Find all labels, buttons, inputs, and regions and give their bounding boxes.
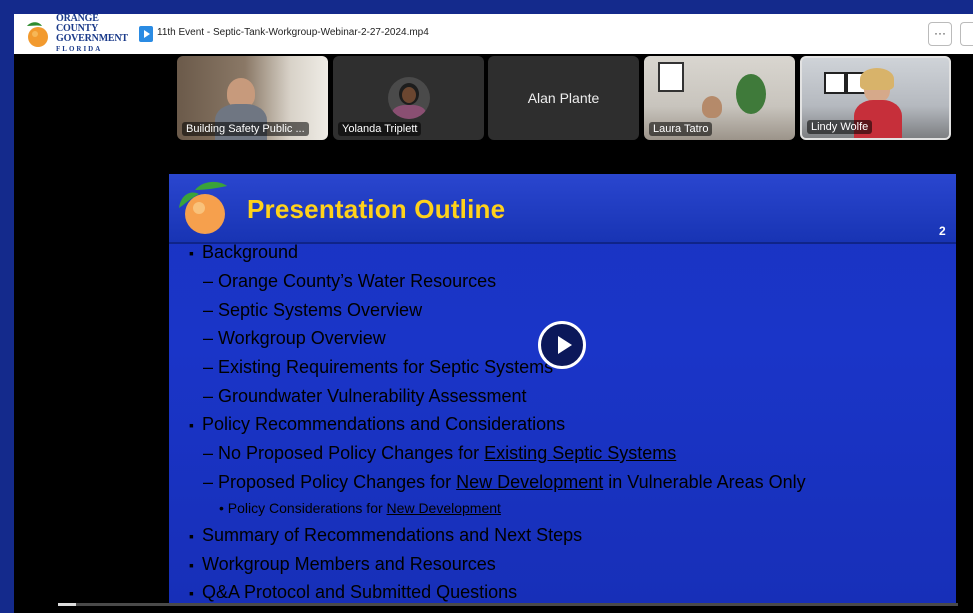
outline-subitem: – Groundwater Vulnerability Assessment <box>203 386 527 406</box>
file-title: 11th Event - Septic-Tank-Workgroup-Webin… <box>157 27 429 38</box>
video-progress-bar[interactable] <box>58 603 958 606</box>
outline-item: Policy Recommendations and Consideration… <box>189 414 565 435</box>
participant-tile: Yolanda Triplett <box>333 56 484 140</box>
outline-item: Workgroup Members and Resources <box>189 554 496 575</box>
outline-subitem: – Existing Requirements for Septic Syste… <box>203 357 554 377</box>
orange-county-logo[interactable]: ORANGE COUNTY GOVERNMENT FLORIDA <box>23 14 128 53</box>
outline-item: Summary of Recommendations and Next Step… <box>189 525 582 546</box>
viewer-header: ORANGE COUNTY GOVERNMENT FLORIDA 11th Ev… <box>14 14 973 54</box>
logo-line2: GOVERNMENT <box>56 33 128 44</box>
logo-line3: FLORIDA <box>56 45 103 53</box>
outline-item: Background <box>189 242 298 263</box>
participant-name: Building Safety Public ... <box>182 122 309 136</box>
participant-name: Lindy Wolfe <box>807 120 873 134</box>
outline-subsubitem: • Policy Considerations for New Developm… <box>219 500 501 516</box>
orange-fruit-icon <box>173 180 237 238</box>
participant-name: Laura Tatro <box>649 122 713 136</box>
window-frame-top <box>0 0 973 14</box>
participant-tile: Alan Plante <box>488 56 639 140</box>
participant-tile: Building Safety Public ... <box>177 56 328 140</box>
outline-item: Q&A Protocol and Submitted Questions <box>189 582 517 603</box>
video-file-icon <box>139 26 153 42</box>
more-options-button[interactable]: ··· <box>928 22 952 46</box>
orange-logo-icon <box>23 20 53 48</box>
presentation-slide: Presentation Outline 2 Background – Oran… <box>169 174 956 605</box>
participant-tile-active: Lindy Wolfe <box>800 56 951 140</box>
side-panel-button[interactable] <box>960 22 973 46</box>
play-icon[interactable] <box>538 321 586 369</box>
outline-subitem: – Septic Systems Overview <box>203 300 423 320</box>
outline-subitem: – Orange County’s Water Resources <box>203 271 497 291</box>
outline-subitem: – Proposed Policy Changes for New Develo… <box>203 472 806 492</box>
outline-subitem: – No Proposed Policy Changes for Existin… <box>203 443 677 463</box>
outline-subitem: – Workgroup Overview <box>203 328 386 348</box>
participant-name: Yolanda Triplett <box>338 122 422 136</box>
logo-line1: ORANGE COUNTY <box>56 13 99 34</box>
window-frame-left <box>0 0 14 613</box>
video-progress-fill <box>58 603 76 606</box>
participant-tile: Laura Tatro <box>644 56 795 140</box>
participant-name: Alan Plante <box>527 90 600 106</box>
avatar <box>388 77 430 119</box>
slide-page-number: 2 <box>939 224 946 238</box>
slide-header: Presentation Outline 2 <box>169 174 956 244</box>
slide-title: Presentation Outline <box>247 194 506 224</box>
